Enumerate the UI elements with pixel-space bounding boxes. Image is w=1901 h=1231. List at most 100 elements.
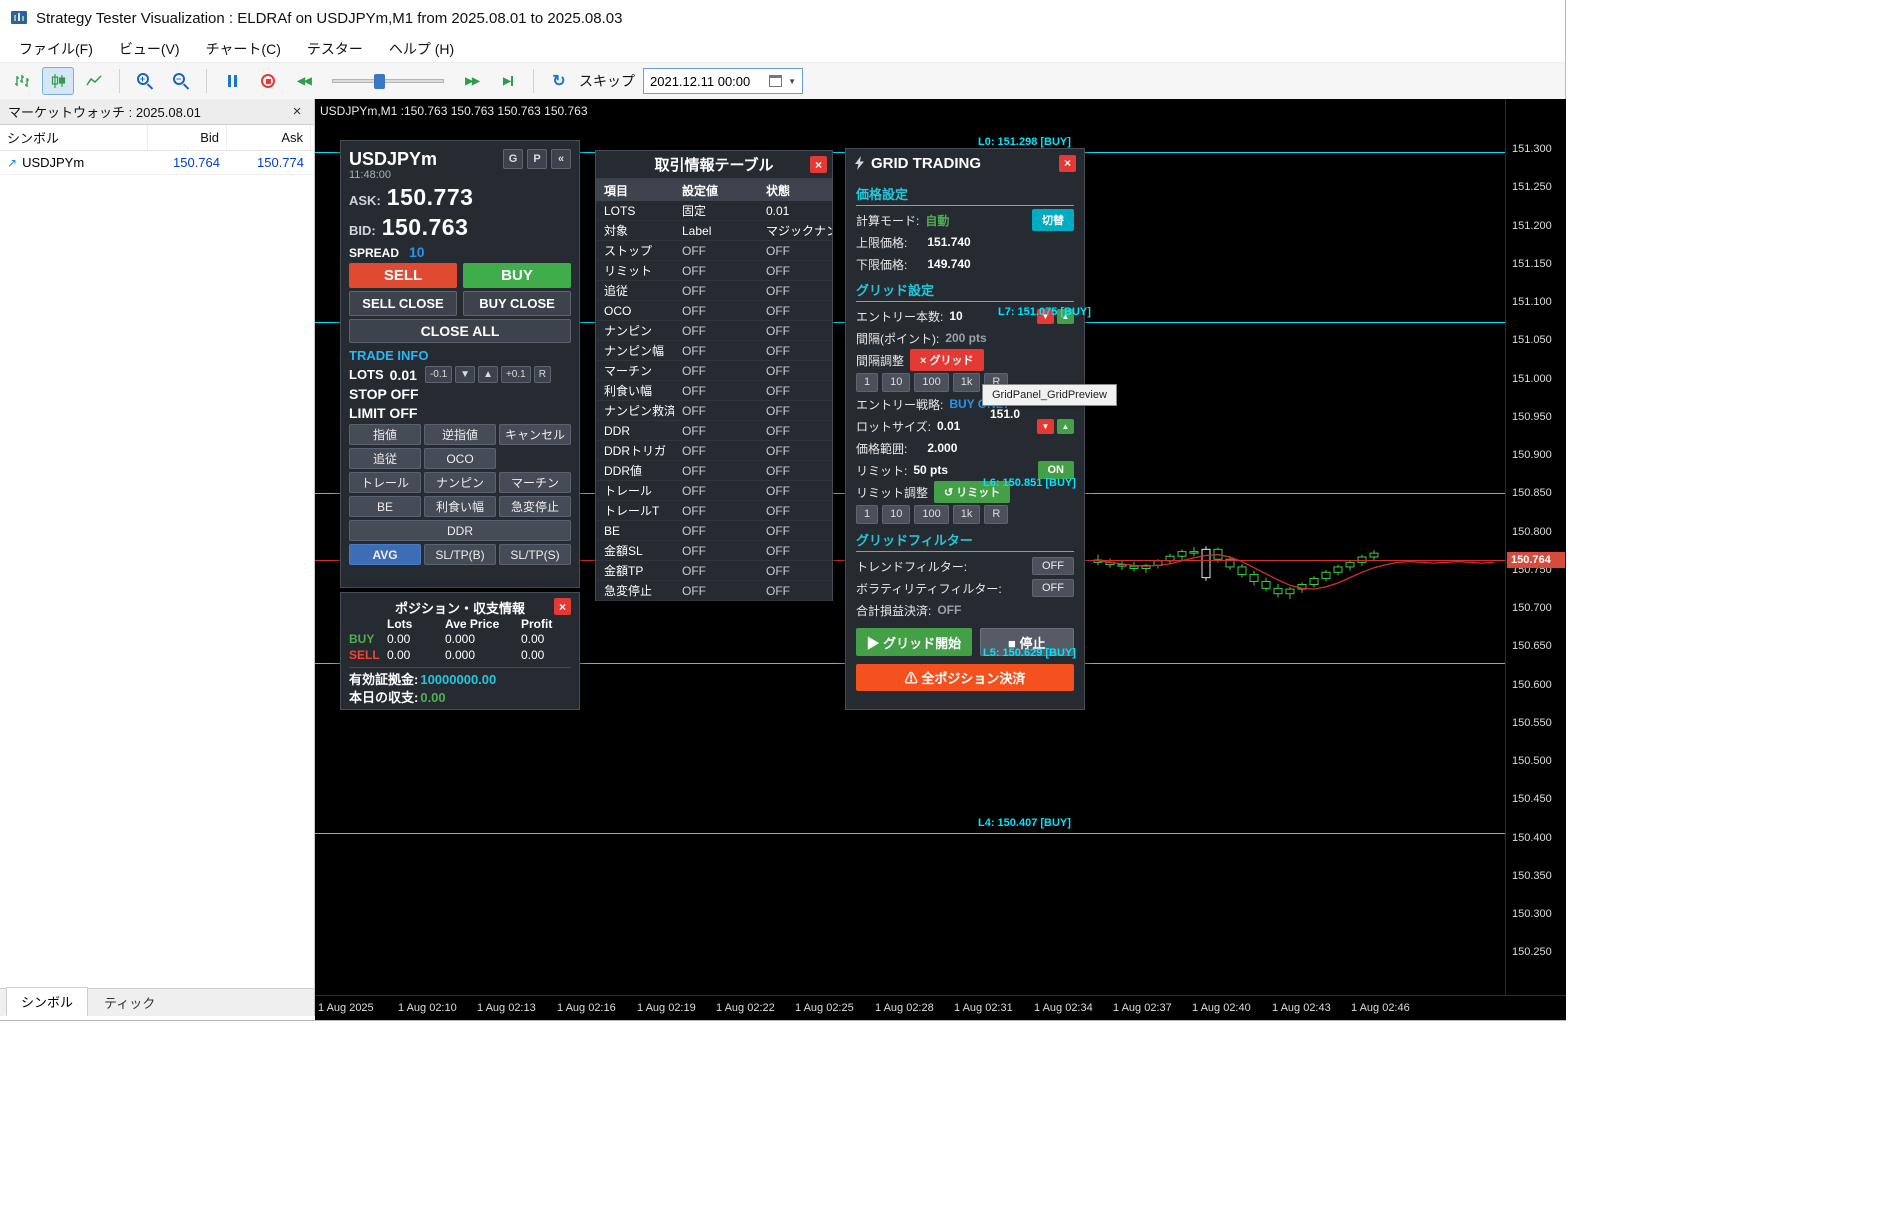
zoom-in-button[interactable]: + xyxy=(129,67,161,95)
tab-ticks[interactable]: ティック xyxy=(90,989,169,1016)
calc-mode-value: 自動 xyxy=(925,212,949,229)
trade-function-button[interactable]: 指値 xyxy=(349,424,421,445)
lot-minus-button[interactable]: -0.1 xyxy=(425,366,452,383)
time-axis[interactable]: 1 Aug 20251 Aug 02:101 Aug 02:131 Aug 02… xyxy=(315,995,1566,1020)
market-watch-row[interactable]: ↗USDJPYm150.764150.774 xyxy=(0,151,314,175)
status-cell: OFF xyxy=(758,344,832,358)
sell-close-button[interactable]: SELL CLOSE xyxy=(349,291,457,316)
grid-panel-close-button[interactable]: × xyxy=(1059,155,1076,172)
buy-button[interactable]: BUY xyxy=(463,263,571,288)
zoom-out-button[interactable]: − xyxy=(165,67,197,95)
sltp-sell-button[interactable]: SL/TP(S) xyxy=(499,544,571,565)
setting-cell: Label xyxy=(674,224,758,238)
info-table-close-button[interactable]: × xyxy=(810,156,827,173)
calc-mode-toggle-button[interactable]: 切替 xyxy=(1032,209,1074,231)
menu-tester[interactable]: テスター xyxy=(294,36,376,62)
ave-price-value: 0.000 xyxy=(445,631,521,647)
grid-start-button[interactable]: ▶ グリッド開始 xyxy=(856,628,972,656)
trade-function-button[interactable]: マーチン xyxy=(499,472,571,493)
step-button-100[interactable]: 100 xyxy=(914,373,948,392)
trade-function-button[interactable]: 急変停止 xyxy=(499,496,571,517)
sell-button[interactable]: SELL xyxy=(349,263,457,288)
trade-function-button[interactable]: キャンセル xyxy=(499,424,571,445)
rewind-button[interactable]: ◀◀ xyxy=(288,67,320,95)
side-label: BUY xyxy=(349,631,387,647)
step-button-10[interactable]: 10 xyxy=(882,505,910,524)
ask-label: ASK: xyxy=(349,193,381,208)
item-cell: BE xyxy=(596,524,674,538)
info-table-row: 追従OFFOFF xyxy=(596,281,832,301)
ddr-button[interactable]: DDR xyxy=(349,520,571,541)
trade-function-button[interactable]: 追従 xyxy=(349,448,421,469)
lot-increase-button[interactable]: ▲ xyxy=(1057,419,1074,434)
line-chart-icon xyxy=(86,73,102,89)
trade-function-button[interactable]: ナンピン xyxy=(424,472,496,493)
cross-icon: × xyxy=(920,355,926,367)
trade-function-button[interactable]: OCO xyxy=(424,448,496,469)
close-all-button[interactable]: CLOSE ALL xyxy=(349,319,571,343)
trade-function-button[interactable]: 利食い幅 xyxy=(424,496,496,517)
trade-function-button[interactable]: トレール xyxy=(349,472,421,493)
item-cell: ナンピン xyxy=(596,322,674,339)
spread-value: 10 xyxy=(409,244,425,260)
lot-decrease-button[interactable]: ▼ xyxy=(1037,419,1054,434)
menu-view[interactable]: ビュー(V) xyxy=(106,36,193,62)
step-button-1[interactable]: 1 xyxy=(856,373,878,392)
info-column-header: 設定値 xyxy=(674,182,758,199)
trade-function-button[interactable]: 逆指値 xyxy=(424,424,496,445)
step-button-10[interactable]: 10 xyxy=(882,373,910,392)
calc-mode-row: 計算モード: 自動 切替 xyxy=(856,209,1074,231)
bar-chart-button[interactable] xyxy=(6,67,38,95)
trend-up-icon: ↗ xyxy=(7,156,17,170)
stop-button[interactable] xyxy=(252,67,284,95)
app-window: Strategy Tester Visualization : ELDRAf o… xyxy=(0,0,1566,1021)
lot-plus-button[interactable]: +0.1 xyxy=(501,366,531,383)
pause-button[interactable] xyxy=(216,67,248,95)
speed-slider[interactable] xyxy=(332,73,444,89)
price-tick: 151.050 xyxy=(1512,334,1552,346)
grid-preview-tooltip: GridPanel_GridPreview xyxy=(982,384,1117,406)
date-picker[interactable]: 2021.12.11 00:00 ▼ xyxy=(643,68,803,94)
lot-down-button[interactable]: ▼ xyxy=(455,366,475,383)
skip-to-end-button[interactable]: ▶ xyxy=(492,67,524,95)
step-button-1[interactable]: 1 xyxy=(856,505,878,524)
menu-chart[interactable]: チャート(C) xyxy=(193,36,294,62)
grid-level-label: L6: 150.851 [BUY] xyxy=(983,477,1076,489)
price-tick: 151.100 xyxy=(1512,296,1552,308)
time-label: 1 Aug 02:19 xyxy=(637,1002,696,1014)
line-chart-button[interactable] xyxy=(78,67,110,95)
step-button-1k[interactable]: 1k xyxy=(953,505,981,524)
lot-up-button[interactable]: ▲ xyxy=(478,366,498,383)
market-watch-title: マーケットウォッチ : 2025.08.01 xyxy=(8,102,201,121)
panel-button[interactable]: P xyxy=(527,149,547,169)
calc-mode-label: 計算モード: xyxy=(856,212,919,229)
market-watch-close-button[interactable]: × xyxy=(288,103,306,121)
avg-button[interactable]: AVG xyxy=(349,544,421,565)
step-button-1k[interactable]: 1k xyxy=(953,373,981,392)
lot-reset-button[interactable]: R xyxy=(534,366,551,383)
close-all-positions-button[interactable]: ⚠ 全ポジション決済 xyxy=(856,664,1074,691)
menu-file[interactable]: ファイル(F) xyxy=(6,36,106,62)
volatility-filter-row: ボラティリティフィルター: OFF xyxy=(856,577,1074,599)
grid-button[interactable]: G xyxy=(503,149,523,169)
trade-function-button[interactable]: BE xyxy=(349,496,421,517)
time-label: 1 Aug 02:16 xyxy=(557,1002,616,1014)
tab-symbols[interactable]: シンボル xyxy=(6,987,88,1016)
interval-adjust-button[interactable]: × グリッド xyxy=(910,349,984,371)
sltp-buy-button[interactable]: SL/TP(B) xyxy=(424,544,496,565)
fast-forward-button[interactable]: ▶▶ xyxy=(456,67,488,95)
slider-handle[interactable] xyxy=(374,74,385,89)
skip-button[interactable]: ↻ xyxy=(543,67,575,95)
buy-close-button[interactable]: BUY CLOSE xyxy=(463,291,571,316)
candlestick-chart-button[interactable] xyxy=(42,67,74,95)
trend-filter-toggle[interactable]: OFF xyxy=(1032,557,1074,575)
step-button-R[interactable]: R xyxy=(984,505,1008,524)
collapse-button[interactable]: « xyxy=(551,149,571,169)
volatility-filter-toggle[interactable]: OFF xyxy=(1032,579,1074,597)
play-icon: ▶ xyxy=(866,636,879,651)
dropdown-arrow-icon[interactable]: ▼ xyxy=(788,77,796,86)
position-panel-close-button[interactable]: × xyxy=(554,598,571,615)
step-button-100[interactable]: 100 xyxy=(914,505,948,524)
menu-help[interactable]: ヘルプ (H) xyxy=(376,36,467,62)
price-scale[interactable]: 151.300151.250151.200151.150151.100151.0… xyxy=(1505,99,1566,995)
